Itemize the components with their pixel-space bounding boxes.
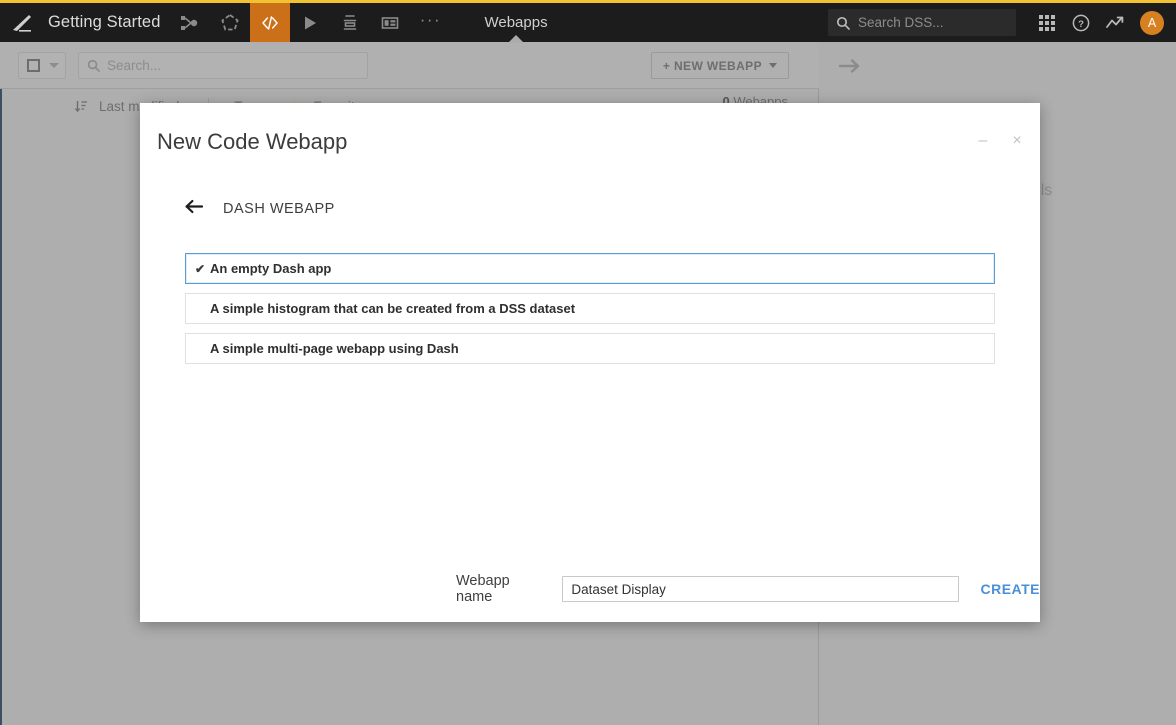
template-option-multipage[interactable]: A simple multi-page webapp using Dash: [185, 333, 995, 364]
run-icon[interactable]: [290, 3, 330, 42]
back-to-categories[interactable]: DASH WEBAPP: [185, 199, 335, 219]
minimize-icon[interactable]: –: [976, 133, 990, 149]
top-navigation-bar: Getting Started ··· Webapps Search DSS..…: [0, 0, 1176, 43]
global-search-box[interactable]: [828, 9, 1016, 36]
help-circle-icon[interactable]: ?: [1064, 3, 1098, 42]
dataiku-logo-icon[interactable]: [0, 3, 44, 42]
list-search-box[interactable]: Search...: [78, 51, 368, 79]
webapp-name-input[interactable]: [562, 576, 960, 602]
template-option-empty-dash-app[interactable]: ✔ An empty Dash app: [185, 253, 995, 284]
template-option-label: A simple multi-page webapp using Dash: [210, 341, 459, 356]
new-webapp-button[interactable]: + NEW WEBAPP: [650, 52, 789, 79]
tab-webapps-label: Webapps: [484, 14, 548, 31]
project-name[interactable]: Getting Started: [44, 13, 170, 32]
template-option-label: A simple histogram that can be created f…: [210, 301, 576, 316]
checkbox-icon[interactable]: [27, 58, 40, 72]
template-option-histogram[interactable]: A simple histogram that can be created f…: [185, 293, 995, 324]
check-icon: ✔: [195, 261, 206, 276]
tab-webapps[interactable]: Webapps: [468, 3, 563, 43]
code-icon[interactable]: [250, 3, 291, 42]
more-menu-button[interactable]: ···: [410, 3, 450, 42]
global-search-input[interactable]: [858, 15, 1008, 30]
apps-grid-icon[interactable]: [1030, 3, 1064, 42]
modal-title: New Code Webapp: [157, 129, 348, 154]
search-icon: [87, 59, 100, 72]
new-webapp-label: + NEW WEBAPP: [662, 58, 762, 73]
flow-icon[interactable]: [170, 3, 210, 42]
search-icon: [836, 16, 850, 30]
left-edge-strip: [0, 42, 2, 725]
app-root: Getting Started ··· Webapps Search DSS..…: [0, 0, 1176, 725]
svg-text:?: ?: [1078, 18, 1084, 29]
lab-icon[interactable]: [330, 3, 370, 42]
list-search-placeholder: Search...: [107, 57, 162, 73]
template-option-list: ✔ An empty Dash app A simple histogram t…: [185, 253, 995, 373]
dashboard-icon[interactable]: [370, 3, 410, 42]
modal-footer: Webapp name CREATE: [140, 556, 1040, 622]
new-code-webapp-modal: New Code Webapp – × DASH WEBAPP ✔ An emp…: [140, 103, 1040, 622]
chevron-down-icon: [769, 63, 777, 68]
section-label: DASH WEBAPP: [223, 201, 335, 217]
close-icon[interactable]: ×: [1010, 133, 1024, 149]
webapp-name-label: Webapp name: [456, 573, 510, 605]
modal-window-controls: – ×: [976, 133, 1024, 149]
template-option-label: An empty Dash app: [210, 261, 332, 276]
avatar[interactable]: A: [1140, 10, 1164, 35]
recipe-icon[interactable]: [210, 3, 250, 42]
chevron-down-icon[interactable]: [49, 62, 59, 68]
arrow-right-icon[interactable]: [838, 56, 862, 81]
create-button[interactable]: CREATE: [980, 581, 1040, 597]
sort-icon[interactable]: [74, 99, 88, 113]
trending-up-icon[interactable]: [1098, 3, 1132, 42]
select-all-dropdown[interactable]: [18, 51, 66, 79]
list-toolbar: Search... + NEW WEBAPP: [0, 42, 819, 89]
active-tab-caret-icon: [508, 35, 525, 43]
arrow-left-icon[interactable]: [185, 199, 204, 219]
